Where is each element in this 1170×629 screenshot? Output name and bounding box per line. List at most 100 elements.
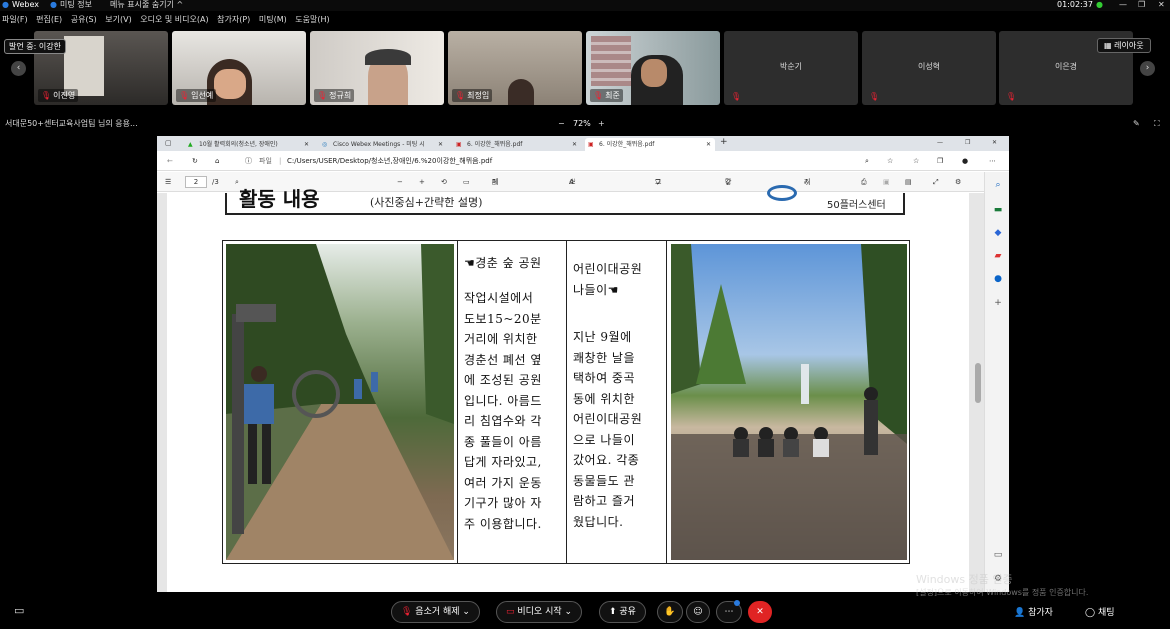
mic-muted-icon: 🎙 xyxy=(455,91,466,100)
raise-hand-button[interactable]: ✋ xyxy=(657,601,683,623)
right-description: 지난 9월에 쾌창한 날을 택하여 중곡 동에 위치한 어린이대공원 으로 나들… xyxy=(573,330,643,529)
pdf-icon: ▣ xyxy=(588,141,594,148)
zoom-out-button[interactable]: − xyxy=(558,115,565,133)
sidebar-toggle-icon[interactable]: ▭ xyxy=(993,550,1003,560)
close-tab-icon[interactable]: ✕ xyxy=(706,138,711,151)
zoom-in-button[interactable]: + xyxy=(598,115,605,133)
mic-muted-icon: 🎙 xyxy=(401,607,416,617)
save-as-icon[interactable]: ▤ xyxy=(905,172,912,192)
next-participants-button[interactable]: › xyxy=(1140,61,1155,76)
back-icon[interactable]: ← xyxy=(167,151,173,171)
menu-participants[interactable]: 참가자(P) xyxy=(217,15,250,24)
participant-tile[interactable]: 이성혁 🎙 xyxy=(862,31,996,105)
restore-icon[interactable]: ❐ xyxy=(1138,0,1145,10)
page-number-input[interactable]: 2 xyxy=(185,176,207,188)
start-video-button[interactable]: ▭ 비디오 시작 ⌄ xyxy=(496,601,583,623)
minimize-icon[interactable]: — xyxy=(1119,0,1127,10)
close-tab-icon[interactable]: ✕ xyxy=(572,138,577,151)
fullscreen-icon[interactable]: ⛶ xyxy=(1154,115,1160,133)
annotate-icon[interactable]: ✎ xyxy=(1133,115,1140,133)
refresh-icon[interactable]: ↻ xyxy=(192,151,198,171)
zoom-out-button[interactable]: − xyxy=(397,172,403,192)
close-icon[interactable]: ✕ xyxy=(1158,0,1165,10)
browser-tab[interactable]: ◎ Cisco Webex Meetings - 미팅 시 ✕ xyxy=(319,138,447,151)
browser-tab[interactable]: ▣ 6. 이강한_해뮈음.pdf ✕ xyxy=(453,138,581,151)
meeting-info-button[interactable]: 미팅 정보 xyxy=(60,0,92,10)
restore-icon[interactable]: ❐ xyxy=(965,139,970,146)
save-icon[interactable]: ▣ xyxy=(883,172,890,192)
participant-tile[interactable]: 🎙 최준 xyxy=(586,31,720,105)
mic-muted-icon: 🎙 xyxy=(179,91,190,100)
minimize-icon[interactable]: — xyxy=(937,139,943,146)
expand-icon[interactable]: ⤢ xyxy=(933,172,939,192)
rotate-icon[interactable]: ⟲ xyxy=(441,172,447,192)
draw-button[interactable]: ▽ 그리기 ⌄ xyxy=(655,172,661,226)
text-cell-right: 어린이대공원 나들이☚ 지난 9월에 쾌창한 날을 택하여 중곡 동에 위치한 … xyxy=(567,241,667,563)
menu-help[interactable]: 도움말(H) xyxy=(295,15,329,24)
prev-participants-button[interactable]: ‹ xyxy=(11,61,26,76)
header-org: 50플러스센터 xyxy=(827,200,886,211)
menu-view[interactable]: 보기(V) xyxy=(105,15,131,24)
mic-muted-icon: 🎙 xyxy=(1006,92,1017,101)
new-tab-button[interactable]: + xyxy=(720,137,728,147)
zoom-icon[interactable]: ⌕ xyxy=(865,151,869,171)
close-icon[interactable]: ✕ xyxy=(992,139,997,146)
participant-tile[interactable]: 박순기 🎙 xyxy=(724,31,858,105)
participant-tile[interactable]: 🎙 정규희 xyxy=(310,31,444,105)
tab-actions-icon[interactable]: ▢ xyxy=(165,139,172,147)
participant-name: 박순기 xyxy=(779,62,803,71)
url-field[interactable]: C:/Users/USER/Desktop/청소년,장애인/6.%20이강한_해… xyxy=(287,151,492,171)
browser-tab[interactable]: ▲ 10월 활력회의(청소년, 장애인) ✕ xyxy=(185,138,313,151)
app-name: Webex xyxy=(12,0,39,9)
office-icon[interactable]: ▰ xyxy=(993,251,1003,261)
favorites-icon[interactable]: ☆ xyxy=(913,151,919,171)
participants-panel-button[interactable]: 👤 참가자 xyxy=(1014,605,1053,618)
home-icon[interactable]: ⌂ xyxy=(215,151,219,171)
right-section-title: 어린이대공원 나들이☚ xyxy=(573,262,643,297)
share-button[interactable]: ⬆ 공유 xyxy=(599,601,646,623)
captions-icon[interactable]: ▭ xyxy=(14,604,24,617)
unmute-button[interactable]: 🎙 음소거 해제 ⌄ xyxy=(391,601,480,623)
participant-tile[interactable]: 🎙 임선예 xyxy=(172,31,306,105)
print-icon[interactable]: ⎙ xyxy=(861,172,867,192)
zoom-in-button[interactable]: + xyxy=(419,172,425,192)
shopping-icon[interactable]: ▬ xyxy=(993,205,1003,215)
profile-icon[interactable]: ● xyxy=(962,151,968,171)
highlight-button[interactable]: ▽ 강조 표시 ⌄ xyxy=(725,172,731,246)
leave-meeting-button[interactable]: ✕ xyxy=(748,601,772,623)
tools-icon[interactable]: ◆ xyxy=(993,228,1003,238)
hide-menu-button[interactable]: 메뉴 표시줄 숨기기 ^ xyxy=(110,0,183,10)
participant-tile[interactable]: 🎙 최정임 xyxy=(448,31,582,105)
collections-icon[interactable]: ❐ xyxy=(937,151,943,171)
video-background xyxy=(64,36,104,96)
menu-audio-video[interactable]: 오디오 및 비디오(A) xyxy=(140,15,208,24)
close-tab-icon[interactable]: ✕ xyxy=(438,138,443,151)
mic-status: 🎙 xyxy=(1003,91,1021,102)
menu-edit[interactable]: 편집(E) xyxy=(36,15,62,24)
fit-page-icon[interactable]: ▭ xyxy=(463,172,470,192)
more-icon: ⋯ xyxy=(724,607,734,617)
scrollbar-thumb[interactable] xyxy=(975,363,981,403)
browser-tab-active[interactable]: ▣ 6. 이강한_해뮈음.pdf ✕ xyxy=(585,138,715,151)
chat-panel-button[interactable]: ◯ 채팅 xyxy=(1085,605,1115,618)
search-icon[interactable]: ⌕ xyxy=(993,180,1003,190)
meeting-controls: ▭ 🎙 음소거 해제 ⌄ ▭ 비디오 시작 ⌄ ⬆ 공유 ✋ ☺ ⋯ ✕ 👤 참… xyxy=(0,596,1170,629)
outlook-icon[interactable]: ● xyxy=(993,274,1003,284)
settings-icon[interactable]: ⚙ xyxy=(955,172,961,192)
favorite-add-icon[interactable]: ☆ xyxy=(887,151,893,171)
layout-button[interactable]: ▦ 레이아웃 xyxy=(1097,38,1151,53)
more-icon[interactable]: ⋯ xyxy=(989,151,996,171)
add-icon[interactable]: + xyxy=(993,298,1003,308)
mic-muted-icon: 🎙 xyxy=(869,92,880,101)
reactions-button[interactable]: ☺ xyxy=(686,601,710,623)
address-bar: ← ↻ ⌂ ⓘ 파일 | C:/Users/USER/Desktop/청소년,장… xyxy=(157,151,1009,171)
browser-tab-bar: ▢ ▲ 10월 활력회의(청소년, 장애인) ✕ ◎ Cisco Webex Meet… xyxy=(157,136,1009,151)
participant-name: 🎙 최정임 xyxy=(452,89,493,102)
photo-cell-left xyxy=(223,241,458,563)
contents-icon[interactable]: ☰ xyxy=(165,172,171,192)
menu-meeting[interactable]: 미팅(M) xyxy=(259,15,287,24)
shared-screen: ▢ ▲ 10월 활력회의(청소년, 장애인) ✕ ◎ Cisco Webex Meet… xyxy=(157,136,1009,592)
close-tab-icon[interactable]: ✕ xyxy=(304,138,309,151)
menu-share[interactable]: 공유(S) xyxy=(71,15,97,24)
menu-file[interactable]: 파일(F) xyxy=(2,15,28,24)
